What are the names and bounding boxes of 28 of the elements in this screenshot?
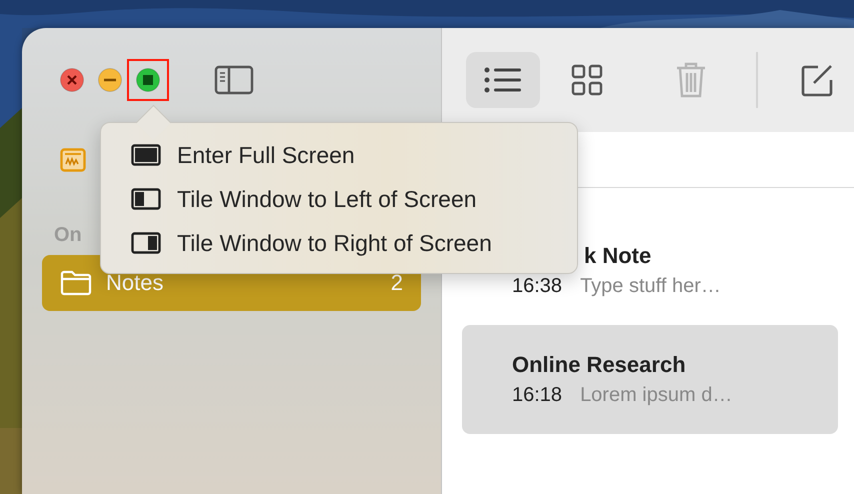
minimize-button[interactable] <box>98 68 122 92</box>
note-preview: Lorem ipsum d… <box>580 384 732 407</box>
menu-item[interactable]: Tile Window to Left of Screen <box>131 181 577 217</box>
grid-icon <box>571 64 603 96</box>
window-layout-icon <box>131 144 161 166</box>
menu-item-label: Enter Full Screen <box>177 142 355 168</box>
zoom-button[interactable] <box>136 68 160 92</box>
note-preview: Type stuff her… <box>580 275 721 298</box>
list-icon <box>483 65 523 95</box>
window-layout-icon <box>131 188 161 210</box>
menu-item-label: Tile Window to Right of Screen <box>177 230 492 256</box>
list-view-button[interactable] <box>466 52 540 108</box>
close-button[interactable] <box>60 68 84 92</box>
note-count: 2 <box>390 270 403 296</box>
window-layout-icon <box>131 232 161 254</box>
folder-icon <box>60 270 92 296</box>
folder-name: Notes <box>106 270 164 296</box>
section-label: On <box>54 224 82 247</box>
menu-item-label: Tile Window to Left of Screen <box>177 186 477 212</box>
menu-item[interactable]: Enter Full Screen <box>131 137 577 173</box>
compose-icon <box>800 63 834 97</box>
sidebar-toggle-icon[interactable] <box>214 65 254 95</box>
note-time: 16:38 <box>512 275 562 298</box>
trash-icon <box>675 61 707 99</box>
note-title: Online Research <box>512 352 687 378</box>
note-item[interactable]: Online Research 16:18 Lorem ipsum d… <box>462 325 838 434</box>
note-title: k Note <box>584 243 652 269</box>
note-time: 16:18 <box>512 384 562 407</box>
